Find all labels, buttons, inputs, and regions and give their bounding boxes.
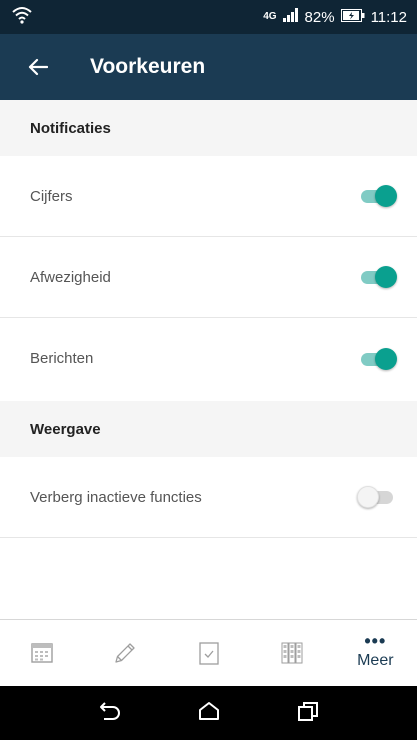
battery-percent: 82% — [304, 8, 335, 26]
setting-row-cijfers[interactable]: Cijfers — [0, 156, 417, 237]
pencil-icon — [113, 641, 137, 665]
tab-tasks[interactable] — [167, 620, 250, 686]
setting-label: Berichten — [30, 350, 94, 367]
setting-label: Afwezigheid — [30, 268, 111, 286]
setting-row-berichten[interactable]: Berichten — [0, 318, 417, 399]
tab-more-label: Meer — [357, 652, 394, 669]
tab-more[interactable]: ••• Meer — [334, 620, 417, 686]
setting-label: Cijfers — [30, 187, 73, 205]
setting-label: Verberg inactieve functies — [30, 488, 202, 506]
grades-grid-icon — [281, 642, 303, 664]
home-nav-icon[interactable] — [198, 701, 220, 726]
tab-homework[interactable] — [83, 620, 166, 686]
section-header-weergave: Weergave — [0, 401, 417, 457]
afwezigheid-toggle[interactable] — [359, 266, 397, 288]
verberg-inactieve-functies-toggle[interactable] — [357, 486, 395, 508]
berichten-toggle[interactable] — [359, 347, 397, 370]
wifi-icon — [12, 6, 32, 28]
status-indicators: 4G 82% 11:12 — [263, 8, 407, 26]
clock: 11:12 — [370, 8, 407, 26]
bottom-tab-bar: ••• Meer — [0, 619, 417, 686]
network-type: 4G — [263, 11, 277, 22]
setting-row-afwezigheid[interactable]: Afwezigheid — [0, 237, 417, 318]
recents-nav-icon[interactable] — [297, 701, 319, 726]
back-nav-icon[interactable] — [99, 701, 121, 726]
system-nav-bar — [0, 686, 417, 740]
app-bar: Voorkeuren — [0, 34, 417, 100]
calendar-icon — [31, 642, 53, 664]
checklist-icon — [198, 641, 219, 665]
battery-icon — [340, 8, 365, 26]
cijfers-toggle[interactable] — [359, 185, 397, 207]
arrow-left-icon[interactable] — [28, 56, 50, 78]
tab-grades[interactable] — [250, 620, 333, 686]
more-dots-icon: ••• — [364, 631, 387, 651]
signal-icon — [282, 8, 299, 26]
section-header-notificaties: Notificaties — [0, 100, 417, 156]
setting-row-verberg-inactieve-functies[interactable]: Verberg inactieve functies — [0, 457, 417, 538]
tab-calendar[interactable] — [0, 620, 83, 686]
status-bar: 4G 82% 11:12 — [0, 0, 417, 34]
page-title: Voorkeuren — [90, 55, 206, 78]
